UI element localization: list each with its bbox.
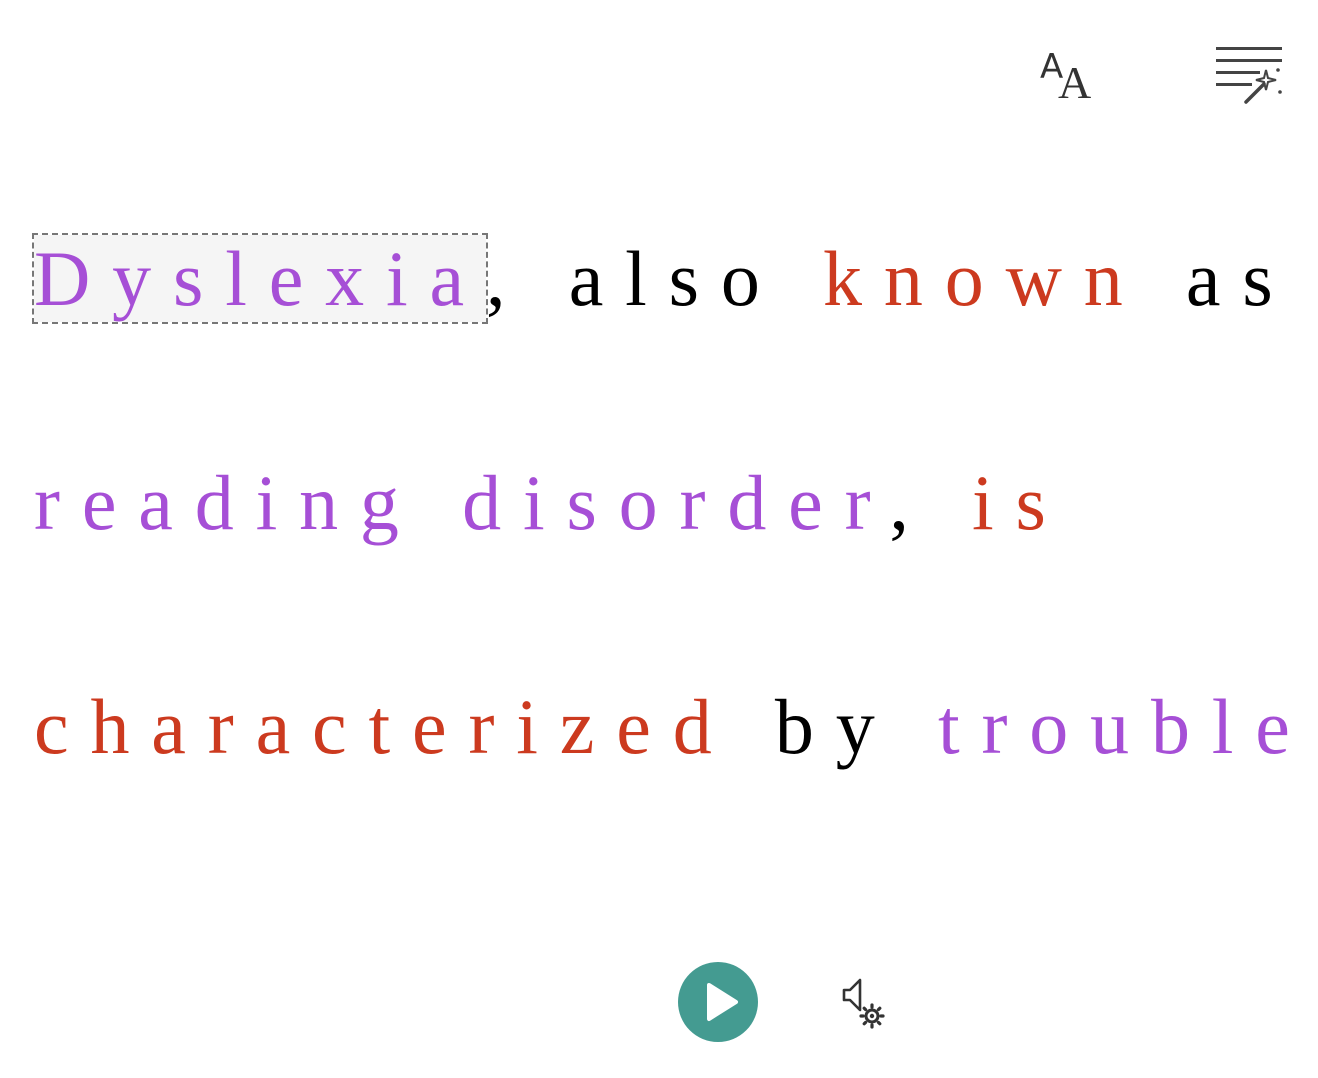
word-dyslexia[interactable]: Dyslexia xyxy=(32,233,488,324)
play-icon xyxy=(707,983,738,1021)
speaker-gear-icon xyxy=(842,978,885,1029)
punctuation-comma: , xyxy=(889,459,931,546)
word-reading[interactable]: reading xyxy=(34,459,421,546)
word-also[interactable]: also xyxy=(569,235,782,322)
immersive-reader: A A Dyslexia, also known as reading diso… xyxy=(0,0,1318,1078)
voice-settings-button[interactable] xyxy=(838,976,888,1030)
grammar-options-button[interactable] xyxy=(1212,44,1286,106)
word-as[interactable]: as xyxy=(1186,235,1295,322)
reading-line-2: reading disorder, is xyxy=(34,464,1068,542)
word-by[interactable]: by xyxy=(775,683,897,770)
text-size-icon: A A xyxy=(1040,47,1091,108)
reading-line-1: Dyslexia, also known as xyxy=(32,233,1295,324)
word-disorder[interactable]: disorder xyxy=(462,459,889,546)
text-preferences-button[interactable]: A A xyxy=(1036,44,1102,108)
word-characterized[interactable]: characterized xyxy=(34,683,734,770)
svg-text:A: A xyxy=(1058,57,1091,102)
word-trouble[interactable]: trouble xyxy=(938,683,1312,770)
word-known[interactable]: known xyxy=(823,235,1145,322)
word-is[interactable]: is xyxy=(972,459,1068,546)
punctuation-comma: , xyxy=(486,235,528,322)
magic-wand-lines-icon xyxy=(1216,47,1282,104)
reading-line-3: characterized by trouble xyxy=(34,688,1312,766)
play-button[interactable] xyxy=(678,962,758,1042)
